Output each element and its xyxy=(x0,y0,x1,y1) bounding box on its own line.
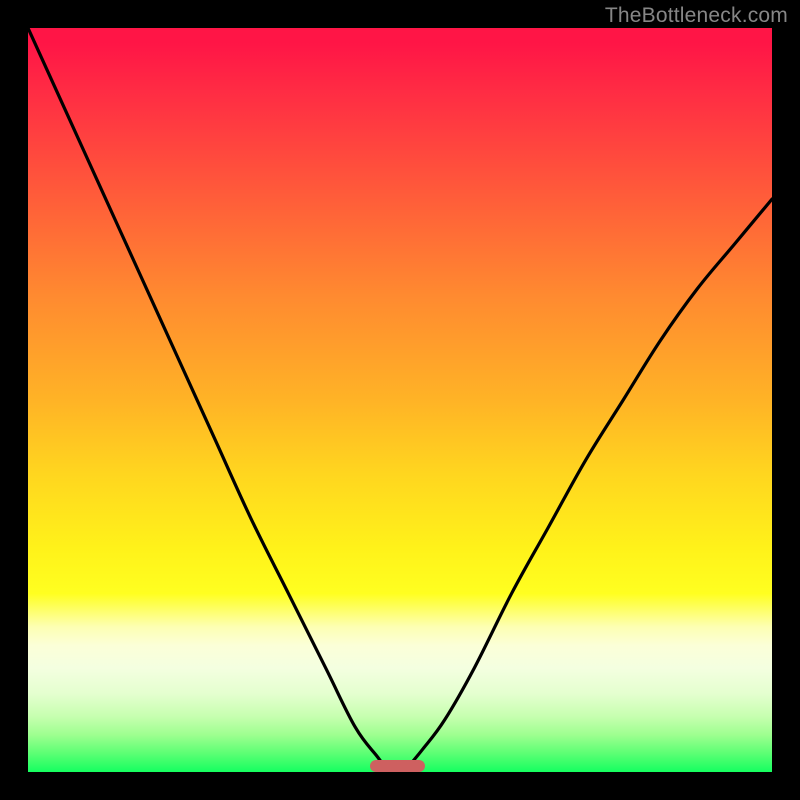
watermark-text: TheBottleneck.com xyxy=(605,4,788,28)
curves-svg xyxy=(28,28,772,772)
left-curve xyxy=(28,28,389,772)
plot-area xyxy=(28,28,772,772)
right-curve xyxy=(404,199,772,772)
bottleneck-marker xyxy=(370,760,425,772)
frame: TheBottleneck.com xyxy=(0,0,800,800)
